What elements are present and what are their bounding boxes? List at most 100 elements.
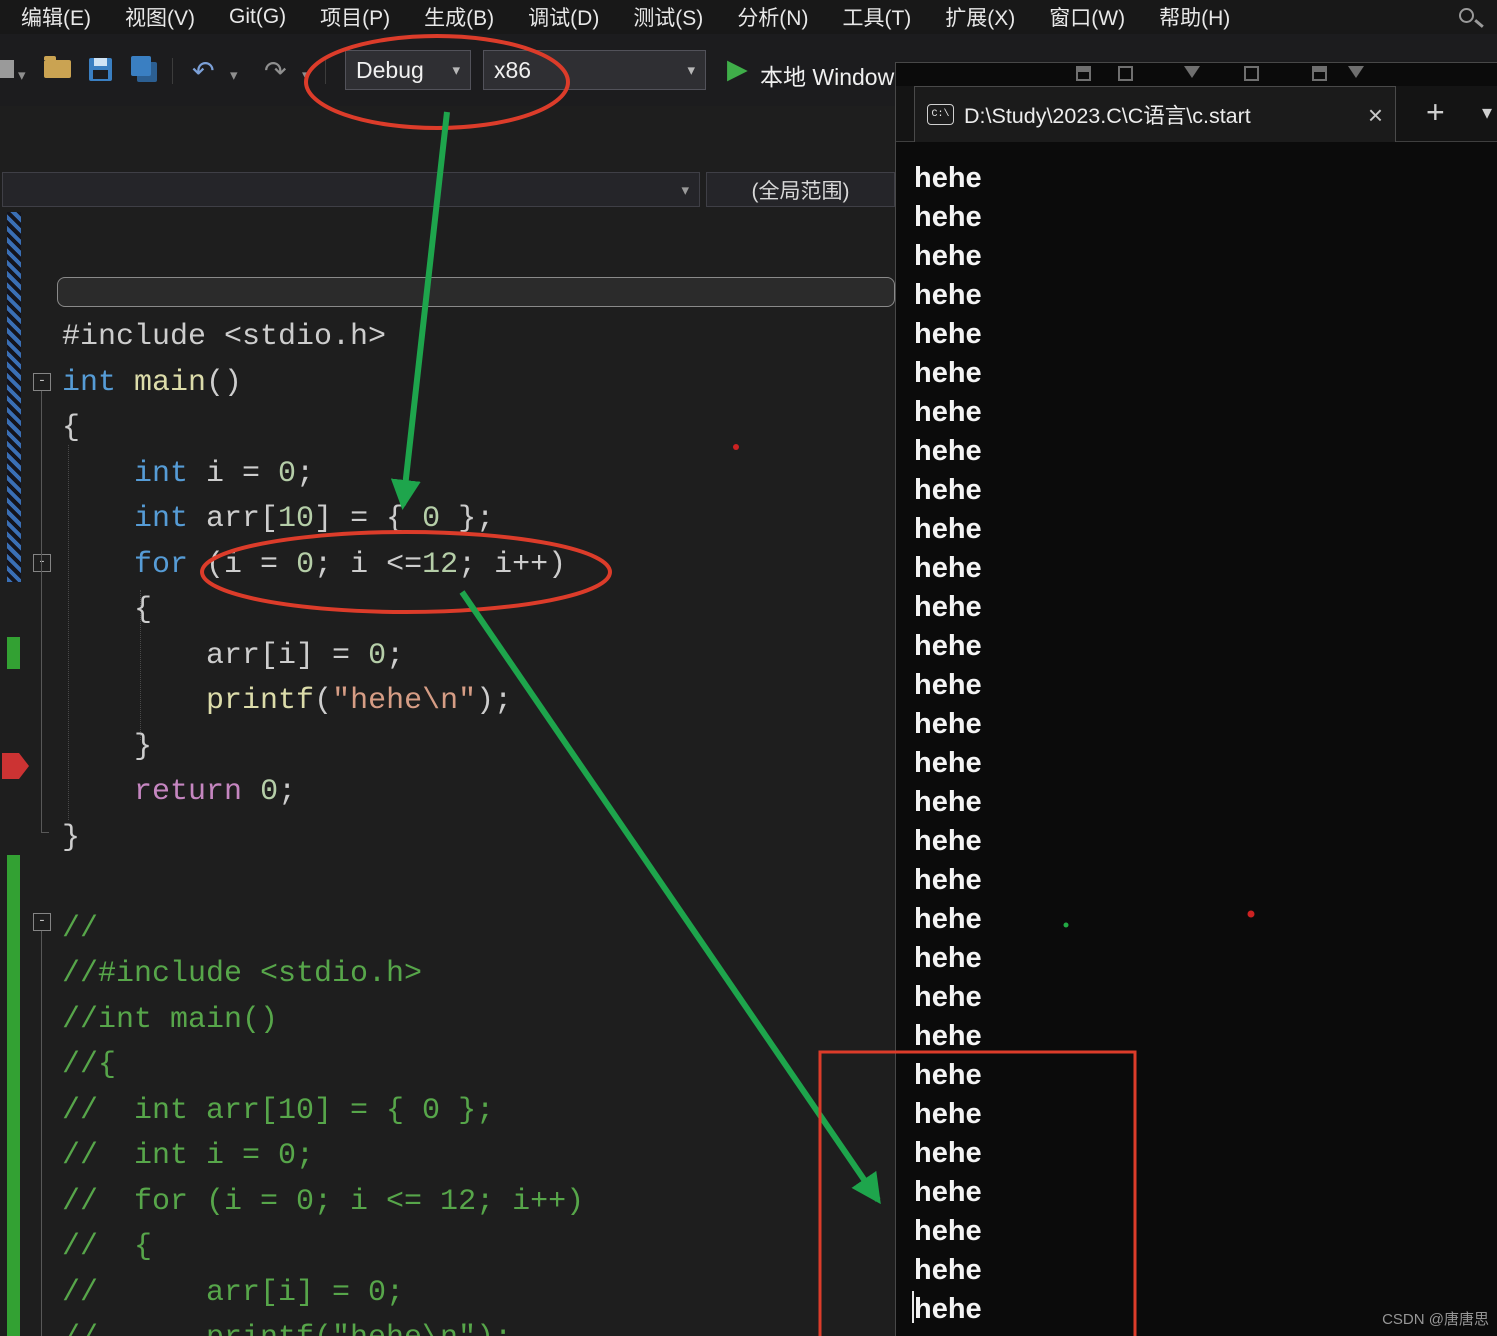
- text-cursor: [912, 1291, 914, 1323]
- search-icon[interactable]: [1457, 4, 1485, 32]
- menu-item[interactable]: 帮助(H): [1142, 2, 1247, 32]
- console-line: hehe: [914, 1059, 982, 1091]
- menu-item[interactable]: 调试(D): [511, 2, 616, 32]
- run-play-icon[interactable]: ▶: [727, 54, 748, 85]
- scope-value: (全局范围): [751, 179, 850, 203]
- new-item-icon[interactable]: [0, 60, 14, 78]
- menu-item[interactable]: 窗口(W): [1032, 2, 1142, 32]
- open-folder-icon[interactable]: [44, 56, 71, 78]
- console-line: hehe: [914, 1254, 982, 1286]
- console-line: hehe: [914, 513, 982, 545]
- search-lens: [1459, 8, 1474, 23]
- console-line: hehe: [914, 1176, 982, 1208]
- code-line: // {: [62, 1230, 153, 1264]
- menu-item[interactable]: 工具(T): [825, 2, 928, 32]
- chevron-down-icon: ▾: [687, 62, 695, 79]
- menu-item[interactable]: 分析(N): [720, 2, 825, 32]
- menu-item[interactable]: 项目(P): [303, 2, 407, 32]
- chevron-down-icon: ▾: [681, 181, 689, 199]
- scope-dropdown[interactable]: (全局范围): [706, 172, 895, 207]
- menu-item[interactable]: 生成(B): [407, 2, 511, 32]
- toolbar-icon[interactable]: [1348, 66, 1364, 78]
- toolbar-icon[interactable]: [1118, 66, 1133, 81]
- change-tracking-bar-green: [7, 637, 20, 669]
- code-line: //: [62, 911, 99, 946]
- search-handle: [1474, 19, 1484, 28]
- console-line: hehe: [914, 357, 982, 389]
- code-line: // int arr[10] = { 0 };: [62, 1093, 495, 1128]
- console-line: hehe: [914, 630, 982, 662]
- menu-item[interactable]: 测试(S): [616, 2, 720, 32]
- platform-value: x86: [494, 56, 532, 83]
- console-output: hehe hehe hehe hehe hehe hehe hehe hehe hehe hehe…: [896, 159, 982, 1329]
- console-line: hehe: [914, 786, 982, 818]
- console-line: hehe: [914, 435, 982, 467]
- console-line: hehe: [914, 708, 982, 740]
- fold-marker[interactable]: -: [33, 913, 51, 931]
- code-line: #include <stdio.h>: [62, 320, 387, 354]
- toolbar-icon[interactable]: [1244, 66, 1259, 81]
- toolbar-icon[interactable]: [1184, 66, 1200, 78]
- chevron-down-icon[interactable]: ▾: [18, 66, 26, 84]
- code-line: //{: [62, 1048, 117, 1082]
- undo-icon[interactable]: ↶: [192, 56, 215, 87]
- code-line: // for (i = 0; i <= 12; i++): [62, 1184, 585, 1219]
- type-dropdown[interactable]: ▾: [2, 172, 700, 207]
- toolbar-separator: [172, 58, 173, 84]
- code-line: // int i = 0;: [62, 1139, 315, 1173]
- menu-item[interactable]: 扩展(X): [928, 2, 1032, 32]
- console-tab-bar: C:\ D:\Study\2023.C\C语言\c.start × + ▾: [896, 86, 1497, 142]
- save-icon[interactable]: [89, 58, 112, 81]
- console-line: hehe: [914, 1137, 982, 1169]
- run-button-label[interactable]: 本地 Window: [760, 58, 895, 92]
- console-tab[interactable]: C:\ D:\Study\2023.C\C语言\c.start ×: [914, 86, 1396, 142]
- console-window: C:\ D:\Study\2023.C\C语言\c.start × + ▾ he…: [895, 62, 1497, 1336]
- code-line: return 0;: [134, 775, 297, 809]
- gutter-arrow-icon[interactable]: [2, 750, 30, 782]
- code-editor[interactable]: - - - #include <stdio.h> int main() { int …: [0, 210, 897, 1336]
- console-line: hehe: [914, 669, 982, 701]
- watermark: CSDN @唐唐思: [1382, 1311, 1489, 1328]
- toolbar-icon[interactable]: [1312, 66, 1327, 81]
- console-line: hehe: [914, 1293, 982, 1325]
- code-line: int i = 0;: [134, 456, 315, 491]
- save-all-icon[interactable]: [131, 56, 151, 76]
- code-line: }: [62, 729, 153, 764]
- code-line: //int main(): [62, 1002, 279, 1037]
- code-line: int arr[10] = { 0 };: [134, 502, 495, 536]
- console-line: hehe: [914, 981, 982, 1013]
- toolbar-separator: [325, 58, 326, 84]
- chevron-down-icon[interactable]: ▾: [1482, 100, 1492, 125]
- toolbar-icon[interactable]: [1076, 66, 1091, 81]
- debug-config-dropdown[interactable]: Debug ▾: [345, 50, 471, 90]
- console-chrome: [896, 63, 1497, 86]
- console-line: hehe: [914, 474, 982, 506]
- code-line: {: [62, 411, 81, 445]
- fold-marker[interactable]: -: [33, 373, 51, 391]
- new-tab-button[interactable]: +: [1426, 94, 1445, 131]
- console-line: hehe: [914, 747, 982, 779]
- fold-guide-line: [41, 391, 42, 833]
- menu-item[interactable]: 编辑(E): [4, 2, 108, 32]
- platform-dropdown[interactable]: x86 ▾: [483, 50, 706, 90]
- console-line: hehe: [914, 552, 982, 584]
- console-line: hehe: [914, 396, 982, 428]
- fold-guide-tick: [41, 832, 49, 833]
- code-line: {: [62, 593, 153, 627]
- chevron-down-icon[interactable]: ▾: [230, 66, 238, 84]
- redo-icon[interactable]: ↷: [264, 56, 287, 87]
- console-line: hehe: [914, 162, 982, 194]
- code-line: // printf("hehe\n");: [62, 1316, 584, 1336]
- debug-config-value: Debug: [356, 56, 424, 83]
- menu-item[interactable]: 视图(V): [108, 2, 212, 32]
- console-line: hehe: [914, 903, 982, 935]
- change-tracking-bar-blue: [7, 212, 21, 582]
- console-line: hehe: [914, 591, 982, 623]
- menu-item[interactable]: Git(G): [212, 5, 303, 29]
- code-line: for (i = 0; i <=12; i++): [134, 547, 567, 582]
- fold-marker[interactable]: -: [33, 554, 51, 572]
- editor-inline-box[interactable]: [57, 277, 895, 307]
- console-tab-title: D:\Study\2023.C\C语言\c.start: [964, 104, 1251, 128]
- chevron-down-icon[interactable]: ▾: [302, 66, 310, 84]
- close-icon[interactable]: ×: [1368, 102, 1383, 128]
